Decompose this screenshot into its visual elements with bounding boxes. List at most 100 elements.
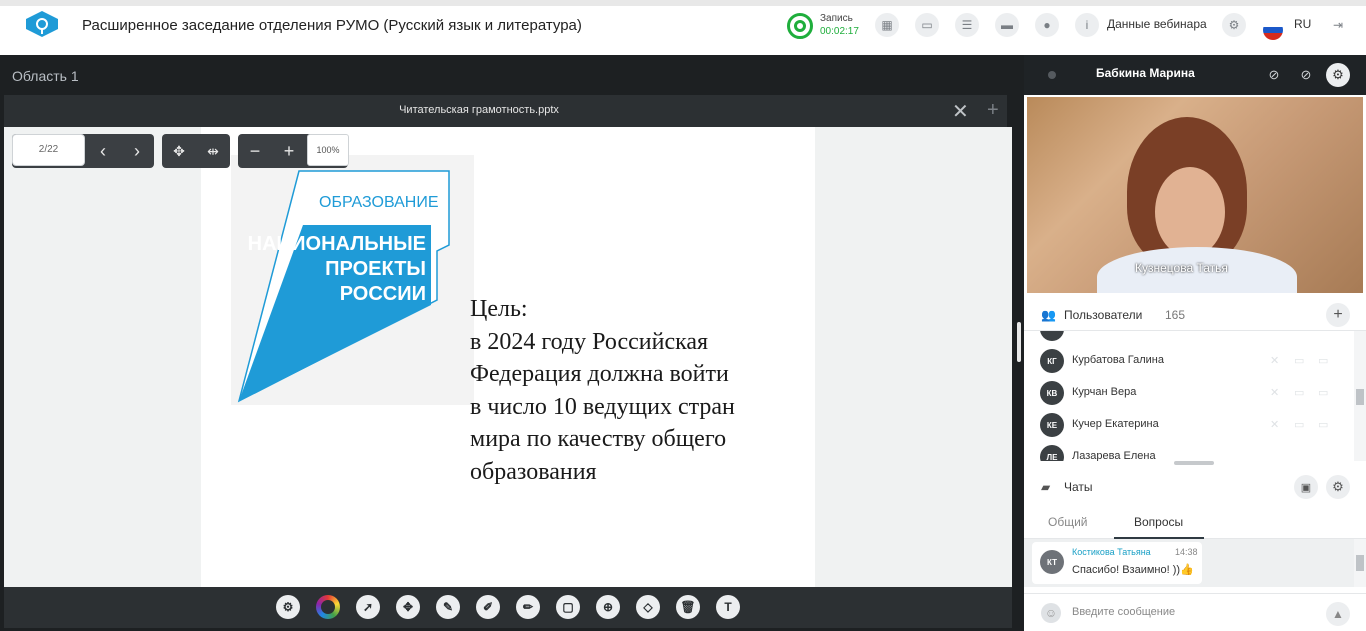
tab-general[interactable]: Общий [1048, 515, 1088, 529]
next-page-icon[interactable]: › [121, 134, 153, 168]
logo-line-2: ПРОЕКТЫ [325, 258, 426, 280]
video-face [1155, 167, 1225, 257]
layout-icon[interactable]: ▦ [875, 13, 899, 37]
add-user-icon[interactable]: + [1326, 303, 1350, 327]
message-author[interactable]: Костикова Татьяна [1072, 547, 1151, 557]
chat-settings-icon[interactable]: ⚙ [1326, 475, 1350, 499]
users-header: 👥 Пользователи 165 + [1024, 298, 1366, 331]
pen-icon[interactable]: ✐ [476, 595, 500, 619]
brush-icon[interactable]: ✎ [436, 595, 460, 619]
mic-icon[interactable]: ✕ [1270, 418, 1279, 431]
slide-text-line: образования [470, 458, 597, 485]
app-logo-icon[interactable] [24, 10, 60, 38]
zoom-in-icon[interactable]: + [273, 134, 305, 168]
prev-page-icon[interactable]: ‹ [87, 134, 119, 168]
send-icon[interactable]: ▲ [1326, 602, 1350, 626]
settings-icon[interactable]: ⚙ [276, 595, 300, 619]
tab-questions[interactable]: Вопросы [1134, 515, 1183, 529]
record-icon[interactable] [787, 13, 813, 39]
russia-flag-icon[interactable] [1263, 20, 1283, 40]
page-indicator-input[interactable]: 2/22 [12, 134, 85, 166]
presentation-viewer: ОБРАЗОВАНИЕ НАЦИОНАЛЬНЫЕ ПРОЕКТЫ РОССИИ … [4, 127, 1012, 587]
chat-message: КТ Костикова Татьяна 14:38 Спасибо! Взаи… [1032, 542, 1202, 584]
exit-icon[interactable]: ⇥ [1326, 13, 1350, 37]
shape-icon[interactable]: ▢ [556, 595, 580, 619]
color-picker-icon[interactable] [316, 595, 340, 619]
webinar-data-link[interactable]: Данные вебинара [1107, 17, 1207, 31]
camera-icon[interactable]: ▭ [1294, 354, 1304, 367]
document-icon[interactable]: ☰ [955, 13, 979, 37]
area-label: Область 1 [12, 68, 79, 84]
slide-text-line: в 2024 году Российская [470, 328, 709, 355]
list-item[interactable]: КЕ Кучер Екатерина ✕ ▭ ▭ [1024, 409, 1354, 441]
marker-icon[interactable]: ✏ [516, 595, 540, 619]
list-item[interactable]: КГ Курбатова Галина ✕ ▭ ▭ [1024, 345, 1354, 377]
screen-icon[interactable]: ▭ [1318, 418, 1328, 431]
webinar-title: Расширенное заседание отделения РУМО (Ру… [82, 17, 582, 34]
chat-window-icon[interactable]: ▣ [1294, 475, 1318, 499]
pointer-icon[interactable]: ➚ [356, 595, 380, 619]
speaker-bar: Бабкина Марина ⊘ ⊘ ⚙ [1024, 55, 1366, 95]
chat-icon: ▰ [1041, 480, 1051, 494]
user-name: Курбатова Галина [1072, 354, 1164, 366]
users-title: Пользователи [1064, 308, 1143, 322]
fit-all-icon[interactable]: ✥ [163, 134, 195, 168]
folder-icon[interactable]: ▬ [995, 13, 1019, 37]
avatar: КГ [1040, 349, 1064, 373]
chat-tabs: Общий Вопросы [1024, 505, 1366, 539]
record-time: 00:02:17 [820, 26, 859, 37]
text-icon[interactable]: T [716, 595, 740, 619]
mic-icon[interactable]: ✕ [1270, 386, 1279, 399]
mic-off-icon[interactable]: ⊘ [1262, 63, 1286, 87]
scroll-thumb[interactable] [1356, 555, 1364, 571]
users-settings-icon[interactable]: ● [1035, 13, 1059, 37]
eraser-icon[interactable]: ◇ [636, 595, 660, 619]
settings-icon[interactable]: ⚙ [1326, 63, 1350, 87]
top-bar: Расширенное заседание отделения РУМО (Ру… [0, 0, 1366, 55]
add-tab-icon[interactable]: + [987, 99, 999, 122]
close-icon[interactable]: ✕ [952, 99, 969, 124]
presentation-header: Читательская грамотность.pptx ✕ + [4, 95, 1007, 127]
info-icon[interactable]: i [1075, 13, 1099, 37]
avatar: КЕ [1040, 413, 1064, 437]
fit-width-icon[interactable]: ⇹ [197, 134, 229, 168]
list-item[interactable]: ЛЕ Лазарева Елена [1024, 441, 1354, 461]
screen-icon[interactable]: ▭ [1318, 386, 1328, 399]
slide-text-line: мира по качеству общего [470, 426, 727, 452]
emoji-icon[interactable]: ☺ [1041, 603, 1061, 623]
status-dot-icon [1048, 71, 1056, 79]
list-item[interactable]: КВ Курчан Вера ✕ ▭ ▭ [1024, 377, 1354, 409]
resize-handle[interactable] [1017, 322, 1021, 362]
screen-share-icon[interactable]: ▭ [915, 13, 939, 37]
camera-off-icon[interactable]: ⊘ [1294, 63, 1318, 87]
chat-messages: КТ Костикова Татьяна 14:38 Спасибо! Взаи… [1024, 539, 1354, 587]
zoom-out-icon[interactable]: − [239, 134, 271, 168]
panel-drag-handle[interactable] [1174, 461, 1214, 465]
slide-text-line: Цель: [470, 296, 528, 322]
message-time: 14:38 [1175, 547, 1198, 557]
mic-icon[interactable]: ✕ [1270, 354, 1279, 367]
chat-scrollbar[interactable] [1354, 539, 1366, 587]
video-feed[interactable]: Кузнецова Татья [1027, 97, 1363, 293]
settings-icon[interactable]: ⚙ [1222, 13, 1246, 37]
camera-icon[interactable]: ▭ [1294, 418, 1304, 431]
slide-text-line: Федерация должна войти [470, 361, 729, 387]
list-item[interactable] [1024, 331, 1354, 345]
slide-text-line: в число 10 ведущих стран [470, 393, 735, 420]
avatar: КВ [1040, 381, 1064, 405]
trash-icon[interactable]: 🗑 [676, 595, 700, 619]
language-label[interactable]: RU [1294, 17, 1311, 31]
target-icon[interactable]: ⊕ [596, 595, 620, 619]
user-list-scrollbar[interactable] [1354, 331, 1366, 461]
camera-icon[interactable]: ▭ [1294, 386, 1304, 399]
chats-header: ▰ Чаты ▣ ⚙ [1024, 469, 1366, 505]
drawing-toolbar: ⚙ ➚ ✥ ✎ ✐ ✏ ▢ ⊕ ◇ 🗑 T [4, 587, 1012, 628]
screen-icon[interactable]: ▭ [1318, 354, 1328, 367]
zoom-level[interactable]: 100% [307, 134, 349, 166]
chat-input-area: ☺ Введите сообщение ▲ [1024, 593, 1366, 631]
move-icon[interactable]: ✥ [396, 595, 420, 619]
user-name: Лазарева Елена [1072, 450, 1156, 461]
chat-input[interactable]: Введите сообщение [1072, 606, 1175, 618]
scroll-thumb[interactable] [1356, 389, 1364, 405]
record-label: Запись [820, 13, 853, 24]
